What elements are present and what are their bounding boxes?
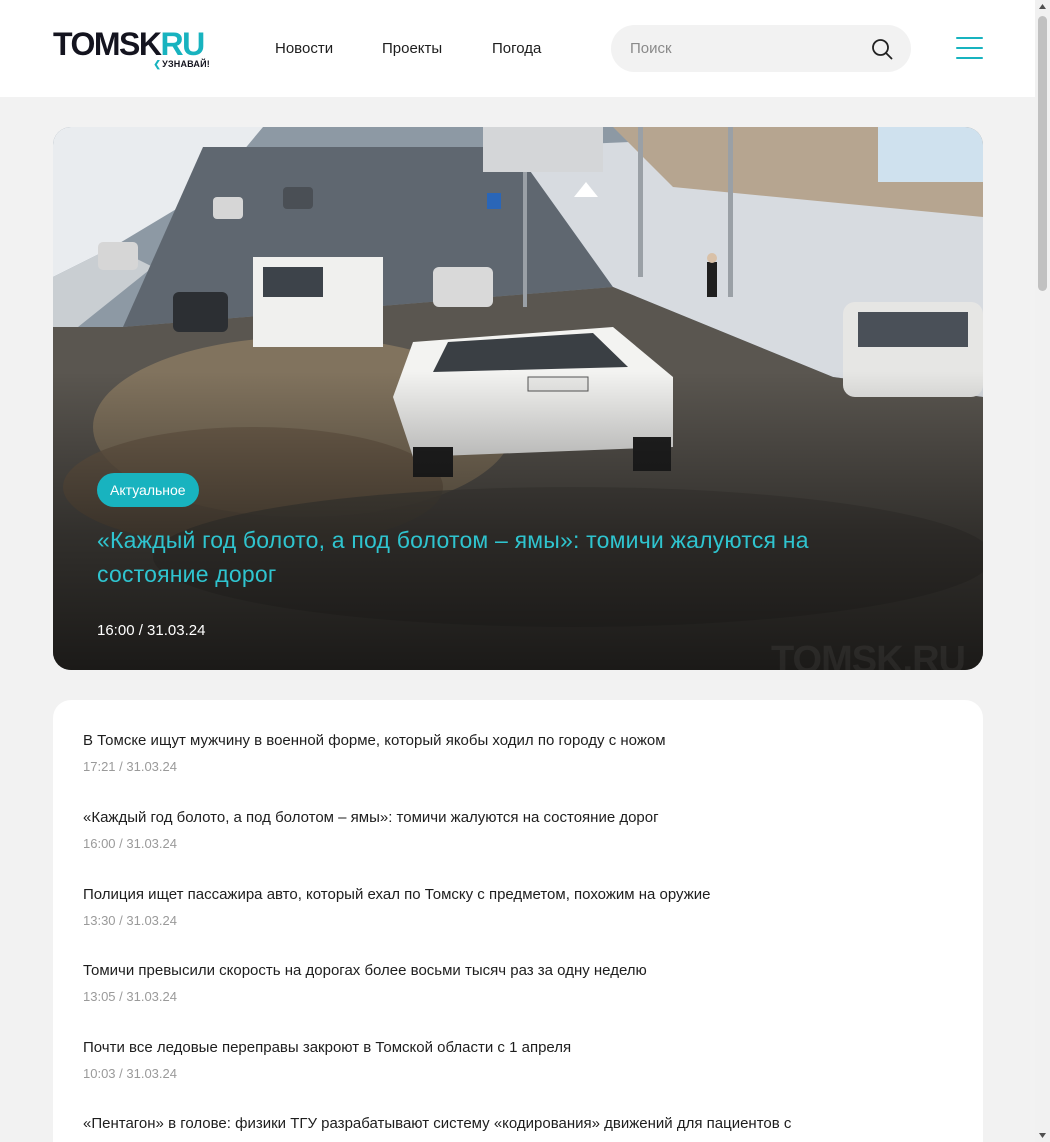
site-header: TOMSKRU ❮УЗНАВАЙ! Новости Проекты Погода (0, 0, 1035, 97)
news-item-title[interactable]: «Каждый год болото, а под болотом – ямы»… (83, 807, 863, 829)
news-item-title[interactable]: Полиция ищет пассажира авто, который еха… (83, 884, 863, 906)
news-item: Полиция ищет пассажира авто, который еха… (83, 884, 863, 930)
news-item-title[interactable]: Почти все ледовые переправы закроют в То… (83, 1037, 863, 1059)
page: TOMSKRU ❮УЗНАВАЙ! Новости Проекты Погода (0, 0, 1035, 1142)
news-list: В Томске ищут мужчину в военной форме, к… (53, 700, 983, 1142)
news-item-date: 13:05 / 31.03.24 (83, 989, 177, 1004)
search-icon[interactable] (871, 38, 893, 60)
nav-link-weather[interactable]: Погода (492, 39, 541, 59)
news-item-title[interactable]: «Пентагон» в голове: физики ТГУ разрабат… (83, 1113, 863, 1135)
page-scrollbar[interactable] (1035, 0, 1050, 1142)
scrollbar-thumb[interactable] (1038, 16, 1047, 291)
category-badge[interactable]: Актуальное (97, 473, 199, 507)
nav-link-projects[interactable]: Проекты (382, 39, 442, 59)
news-item-date: 13:30 / 31.03.24 (83, 913, 177, 928)
hamburger-icon[interactable] (956, 37, 983, 60)
scroll-down-arrow-icon[interactable] (1035, 1127, 1050, 1142)
hero-date: 16:00 / 31.03.24 (97, 622, 206, 639)
logo-tagline: ❮УЗНАВАЙ! (153, 59, 210, 69)
search-input[interactable] (630, 25, 850, 72)
search-box (611, 25, 911, 72)
news-item-title[interactable]: В Томске ищут мужчину в военной форме, к… (83, 730, 863, 752)
news-item-date: 10:03 / 31.03.24 (83, 1066, 177, 1081)
news-item-date: 16:00 / 31.03.24 (83, 836, 177, 851)
news-item-date: 17:21 / 31.03.24 (83, 759, 177, 774)
news-item: Томичи превысили скорость на дорогах бол… (83, 960, 863, 1006)
logo-wordmark: TOMSKRU (53, 26, 205, 62)
news-item: В Томске ищут мужчину в военной форме, к… (83, 730, 863, 776)
site-logo[interactable]: TOMSKRU ❮УЗНАВАЙ! (53, 28, 213, 72)
news-item-title[interactable]: Томичи превысили скорость на дорогах бол… (83, 960, 863, 982)
hero-article[interactable]: Актуальное «Каждый год болото, а под бол… (53, 127, 983, 670)
scroll-up-arrow-icon[interactable] (1035, 0, 1050, 15)
news-item: Почти все ледовые переправы закроют в То… (83, 1037, 863, 1083)
nav-link-news[interactable]: Новости (275, 39, 333, 59)
news-item: «Каждый год болото, а под болотом – ямы»… (83, 807, 863, 853)
photo-watermark: TOMSK.RU (771, 639, 966, 670)
news-item: «Пентагон» в голове: физики ТГУ разрабат… (83, 1113, 863, 1141)
hero-title[interactable]: «Каждый год болото, а под болотом – ямы»… (97, 523, 917, 591)
